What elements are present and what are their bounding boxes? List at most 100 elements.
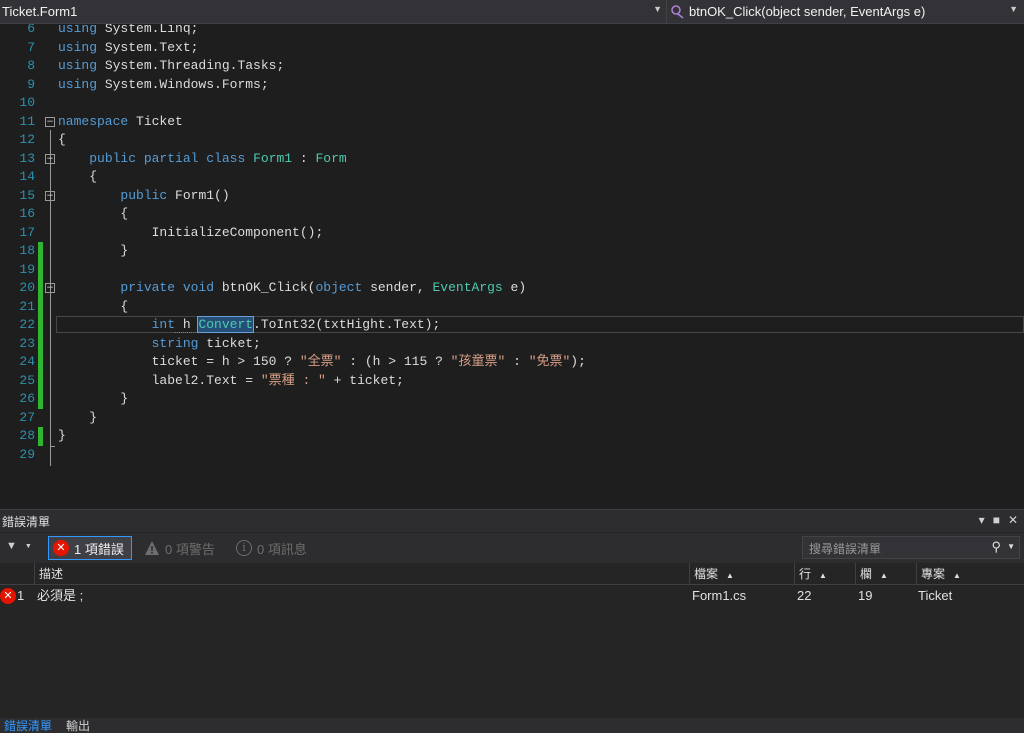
- collapse-icon[interactable]: −: [45, 283, 55, 293]
- line-number: 28: [19, 428, 35, 443]
- search-icon[interactable]: ⚲: [991, 539, 1001, 555]
- code-line[interactable]: 10: [0, 94, 1024, 113]
- code-line[interactable]: 24 ticket = h > 150 ? "全票" : (h > 115 ? …: [0, 353, 1024, 372]
- code-text: ticket = h > 150 ? "全票" : (h > 115 ? "孩童…: [58, 354, 586, 369]
- error-icon: ✕: [0, 588, 16, 604]
- line-number: 12: [19, 132, 35, 147]
- code-line[interactable]: 28}: [0, 427, 1024, 446]
- code-line[interactable]: 18 }: [0, 242, 1024, 261]
- code-text: namespace Ticket: [58, 113, 183, 129]
- change-marker: [38, 297, 43, 316]
- messages-toggle-button[interactable]: i 0 項訊息: [232, 536, 311, 560]
- code-line[interactable]: 9 using System.Windows.Forms;: [0, 76, 1024, 95]
- collapse-icon[interactable]: −: [45, 190, 55, 201]
- line-number: 27: [19, 409, 35, 425]
- code-line[interactable]: 12 {: [0, 131, 1024, 150]
- change-marker: [38, 334, 43, 353]
- code-text: using System.Threading.Tasks;: [58, 58, 285, 73]
- errors-toggle-button[interactable]: ✕ 1 項錯誤: [48, 536, 132, 560]
- error-list-panel: 錯誤清單 ▾ ■ ✕ ▼ ▼ ✕ 1 項錯誤 0 項警告 i 0 項訊息 搜尋錯…: [0, 509, 1024, 733]
- sort-asc-icon: ▲: [880, 571, 888, 580]
- line-number: 23: [19, 335, 35, 351]
- column-header-column[interactable]: 欄 ▲: [855, 563, 915, 585]
- warnings-toggle-button[interactable]: 0 項警告: [140, 536, 219, 560]
- change-marker: [38, 390, 43, 409]
- collapse-icon[interactable]: −: [45, 116, 55, 127]
- line-number: 25: [19, 372, 35, 388]
- member-selector-label: btnOK_Click(object sender, EventArgs e): [689, 4, 926, 19]
- code-text: using System.Windows.Forms;: [58, 76, 269, 92]
- line-number: 8: [27, 58, 35, 73]
- change-marker: [38, 260, 43, 279]
- column-header-file[interactable]: 檔案 ▲: [689, 563, 793, 585]
- code-line[interactable]: 14 {: [0, 168, 1024, 187]
- code-line[interactable]: 23 string ticket;: [0, 334, 1024, 353]
- line-number: 19: [19, 261, 35, 277]
- filter-button[interactable]: ▼ ▼: [6, 540, 32, 552]
- code-line[interactable]: 21 {: [0, 297, 1024, 316]
- code-text: InitializeComponent();: [58, 224, 324, 240]
- collapse-icon[interactable]: −: [45, 153, 55, 164]
- tab-error-list[interactable]: 錯誤清單: [0, 718, 56, 733]
- error-icon: ✕: [53, 540, 69, 556]
- search-placeholder: 搜尋錯誤清單: [809, 542, 882, 556]
- line-number: 24: [19, 354, 35, 369]
- chevron-down-icon: ▼: [653, 4, 662, 14]
- code-line[interactable]: 15− public Form1(): [0, 187, 1024, 206]
- code-line[interactable]: 19: [0, 260, 1024, 279]
- close-icon[interactable]: ✕: [1008, 513, 1018, 527]
- chevron-down-icon: ▼: [24, 542, 32, 550]
- code-line[interactable]: 27 }: [0, 409, 1024, 428]
- code-text: }: [58, 243, 129, 258]
- code-line[interactable]: 13− public partial class Form1 : Form: [0, 150, 1024, 169]
- error-table-header: 描述 檔案 ▲ 行 ▲ 欄 ▲ 專案 ▲: [0, 563, 1024, 585]
- line-number: 14: [19, 169, 35, 184]
- code-line[interactable]: 20− private void btnOK_Click(object send…: [0, 279, 1024, 298]
- sort-asc-icon: ▲: [953, 571, 961, 580]
- maximize-icon[interactable]: ■: [993, 513, 1000, 527]
- code-line[interactable]: 29: [0, 446, 1024, 465]
- chevron-down-icon[interactable]: ▼: [1007, 542, 1015, 551]
- change-marker: [38, 242, 43, 261]
- column-header-project[interactable]: 專案 ▲: [916, 563, 1024, 585]
- sort-asc-icon: ▲: [726, 571, 734, 580]
- line-number: 17: [19, 224, 35, 240]
- code-text: using System.Linq;: [58, 24, 199, 36]
- line-number: 21: [19, 298, 35, 314]
- code-line[interactable]: 22 int h Convert.ToInt32(txtHight.Text);: [0, 316, 1024, 335]
- column-header-description[interactable]: 描述: [34, 563, 688, 585]
- code-line[interactable]: 16 {: [0, 205, 1024, 224]
- code-line[interactable]: 17 InitializeComponent();: [0, 224, 1024, 243]
- code-text: label2.Text = "票種 : " + ticket;: [58, 372, 404, 388]
- class-selector-dropdown[interactable]: Ticket.Form1 ▼: [0, 0, 667, 23]
- change-marker: [38, 316, 43, 335]
- code-editor[interactable]: 6 using System.Linq; 7 using System.Text; 8 u…: [0, 24, 1024, 508]
- errors-toggle-label: 1 項錯誤: [74, 541, 124, 557]
- code-line[interactable]: 7 using System.Text;: [0, 39, 1024, 58]
- table-row[interactable]: ✕ 1 必須是 ; Form1.cs 22 19 Ticket: [0, 586, 1024, 606]
- code-line[interactable]: 11− namespace Ticket: [0, 113, 1024, 132]
- code-line[interactable]: 6 using System.Linq;: [0, 24, 1024, 39]
- member-selector-dropdown[interactable]: btnOK_Click(object sender, EventArgs e) …: [667, 0, 1024, 23]
- error-list-search-input[interactable]: 搜尋錯誤清單 ⚲ ▼: [802, 536, 1020, 559]
- line-number: 29: [19, 446, 35, 462]
- code-text: {: [58, 206, 129, 221]
- bottom-tool-tabs: 錯誤清單 輸出: [0, 718, 1024, 733]
- column-header-line[interactable]: 行 ▲: [794, 563, 854, 585]
- code-line[interactable]: 8 using System.Threading.Tasks;: [0, 57, 1024, 76]
- tab-output[interactable]: 輸出: [62, 718, 94, 733]
- row-project: Ticket: [918, 588, 953, 603]
- change-marker: [38, 371, 43, 390]
- change-marker: [38, 353, 43, 372]
- code-text: {: [58, 132, 66, 147]
- method-icon: [671, 4, 684, 19]
- code-text: }: [58, 428, 66, 443]
- change-marker: [38, 279, 43, 298]
- error-list-title-bar: 錯誤清單 ▾ ■ ✕: [0, 510, 1024, 532]
- code-text: }: [58, 391, 129, 406]
- code-line[interactable]: 26 }: [0, 390, 1024, 409]
- code-line[interactable]: 25 label2.Text = "票種 : " + ticket;: [0, 371, 1024, 390]
- window-position-icon[interactable]: ▾: [979, 513, 985, 527]
- error-list-title: 錯誤清單: [2, 514, 51, 529]
- code-text: using System.Text;: [58, 39, 199, 55]
